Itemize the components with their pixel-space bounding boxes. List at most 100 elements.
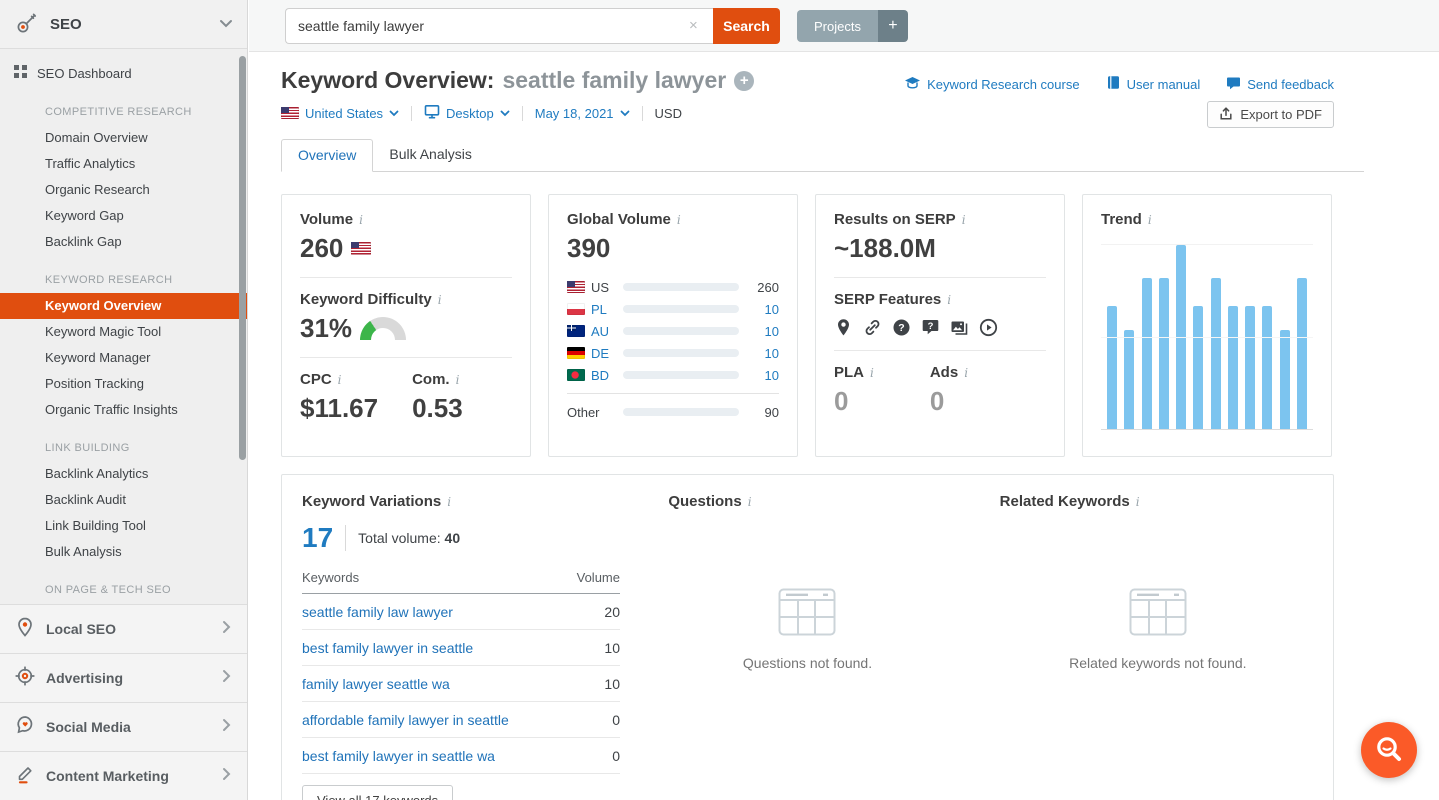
sidebar-item-backlink-analytics[interactable]: Backlink Analytics	[0, 461, 247, 487]
sidebar-item-backlink-audit[interactable]: Backlink Audit	[0, 487, 247, 513]
info-icon[interactable]: i	[962, 213, 966, 227]
sidebar-item-organic-traffic-insights[interactable]: Organic Traffic Insights	[0, 397, 247, 423]
sidebar-item-local-seo[interactable]: Local SEO	[0, 604, 247, 653]
country-code[interactable]: PL	[591, 302, 607, 317]
tab-overview[interactable]: Overview	[281, 139, 373, 172]
sidebar-item-keyword-gap[interactable]: Keyword Gap	[0, 203, 247, 229]
info-icon[interactable]: i	[947, 293, 951, 307]
country-volume[interactable]: 10	[749, 302, 779, 317]
info-icon[interactable]: i	[438, 293, 442, 307]
country-volume[interactable]: 10	[749, 346, 779, 361]
main-content: Keyword Research course User manual Send…	[249, 53, 1439, 800]
target-icon	[14, 665, 36, 692]
sidebar-item-keyword-manager[interactable]: Keyword Manager	[0, 345, 247, 371]
chat-button[interactable]	[1361, 722, 1417, 778]
info-icon[interactable]: i	[1136, 495, 1140, 509]
country-selector[interactable]: United States	[281, 106, 399, 121]
sidebar-item-advertising[interactable]: Advertising	[0, 653, 247, 702]
sidebar-item-content-marketing[interactable]: Content Marketing	[0, 751, 247, 800]
sidebar-section-on-page-tech-seo: ON PAGE & TECH SEO	[0, 577, 247, 603]
sidebar-item-backlink-gap[interactable]: Backlink Gap	[0, 229, 247, 255]
sidebar-item-bulk-analysis[interactable]: Bulk Analysis	[0, 539, 247, 565]
graduation-cap-icon	[904, 76, 921, 93]
country-code[interactable]: AU	[591, 324, 609, 339]
device-label: Desktop	[446, 106, 494, 121]
info-icon[interactable]: i	[338, 373, 342, 387]
local-pack-icon[interactable]	[834, 318, 853, 337]
people-also-ask-icon[interactable]: ?	[892, 318, 911, 337]
send-feedback-link[interactable]: Send feedback	[1226, 75, 1334, 93]
sitelinks-icon[interactable]	[863, 318, 882, 337]
sidebar-item-domain-overview[interactable]: Domain Overview	[0, 125, 247, 151]
chevron-down-icon	[389, 110, 399, 117]
map-pin-icon	[14, 616, 36, 643]
sidebar-item-traffic-analytics[interactable]: Traffic Analytics	[0, 151, 247, 177]
sidebar-item-link-building-tool[interactable]: Link Building Tool	[0, 513, 247, 539]
tab-bulk-analysis[interactable]: Bulk Analysis	[373, 139, 487, 171]
sidebar-item-label: Advertising	[46, 670, 222, 686]
sidebar-item-keyword-overview[interactable]: Keyword Overview	[0, 293, 247, 319]
sidebar-item-seo-dashboard[interactable]: SEO Dashboard	[0, 61, 247, 87]
add-keyword-icon[interactable]: +	[734, 71, 754, 91]
keyword-volume: 20	[604, 604, 620, 620]
search-input[interactable]	[285, 8, 713, 44]
sidebar-item-label: Social Media	[46, 719, 222, 735]
device-selector[interactable]: Desktop	[424, 104, 510, 122]
volume-bar	[623, 408, 739, 416]
keyword-link[interactable]: family lawyer seattle wa	[302, 676, 450, 692]
info-icon[interactable]: i	[870, 366, 874, 380]
sidebar-item-keyword-magic-tool[interactable]: Keyword Magic Tool	[0, 319, 247, 345]
info-icon[interactable]: i	[1148, 213, 1152, 227]
keywords-column-header: Keywords	[302, 570, 359, 585]
pla-title: PLA	[834, 364, 864, 381]
info-icon[interactable]: i	[964, 366, 968, 380]
au-flag-icon	[567, 325, 585, 337]
info-icon[interactable]: i	[748, 495, 752, 509]
keyword-link[interactable]: affordable family lawyer in seattle	[302, 712, 509, 728]
faq-icon[interactable]: ?	[921, 318, 940, 337]
questions-empty-text: Questions not found.	[632, 655, 982, 671]
keyword-research-course-link[interactable]: Keyword Research course	[904, 75, 1079, 93]
info-icon[interactable]: i	[447, 495, 451, 509]
trend-bar	[1142, 278, 1152, 429]
serp-features-icons: ? ?	[834, 318, 1046, 337]
ads-value: 0	[930, 386, 968, 417]
projects-button[interactable]: Projects	[797, 10, 878, 42]
country-volume-row: US 260	[567, 276, 779, 298]
sidebar-item-social-media[interactable]: Social Media	[0, 702, 247, 751]
info-icon[interactable]: i	[359, 213, 363, 227]
chevron-right-icon	[222, 718, 231, 737]
user-manual-link[interactable]: User manual	[1106, 75, 1201, 93]
country-volume[interactable]: 10	[749, 324, 779, 339]
video-icon[interactable]	[979, 318, 998, 337]
link-label: User manual	[1127, 77, 1201, 92]
questions-empty-state: Questions not found.	[632, 588, 982, 671]
keyword-link[interactable]: seattle family law lawyer	[302, 604, 453, 620]
sidebar-item-position-tracking[interactable]: Position Tracking	[0, 371, 247, 397]
us-flag-icon	[351, 242, 371, 255]
country-volume[interactable]: 10	[749, 368, 779, 383]
key-icon	[14, 10, 40, 39]
trend-title: Trend	[1101, 211, 1142, 228]
help-links: Keyword Research course User manual Send…	[904, 75, 1334, 93]
date-selector[interactable]: May 18, 2021	[535, 106, 630, 121]
image-pack-icon[interactable]	[950, 318, 969, 337]
country-code[interactable]: BD	[591, 368, 609, 383]
search-button[interactable]: Search	[713, 8, 780, 44]
sidebar-item-organic-research[interactable]: Organic Research	[0, 177, 247, 203]
info-icon[interactable]: i	[456, 373, 460, 387]
table-row: best family lawyer in seattle wa0	[302, 738, 620, 774]
sidebar-header[interactable]: SEO	[0, 0, 247, 49]
clear-icon[interactable]: ×	[689, 17, 698, 34]
add-project-button[interactable]: +	[878, 10, 908, 42]
country-code[interactable]: DE	[591, 346, 609, 361]
view-all-keywords-button[interactable]: View all 17 keywords	[302, 785, 453, 800]
table-row: seattle family law lawyer 20	[302, 594, 620, 630]
info-icon[interactable]: i	[677, 213, 681, 227]
keyword-link[interactable]: best family lawyer in seattle	[302, 640, 473, 656]
sidebar-scrollbar[interactable]	[239, 56, 246, 460]
keyword-link[interactable]: best family lawyer in seattle wa	[302, 748, 495, 764]
app: SEO SEO Dashboard COMPETITIVE RESEARCH D…	[0, 0, 1439, 800]
metric-cards: Volumei 260 Keyword Difficultyi 31% CPCi…	[281, 194, 1439, 457]
export-to-pdf-button[interactable]: Export to PDF	[1207, 101, 1334, 128]
